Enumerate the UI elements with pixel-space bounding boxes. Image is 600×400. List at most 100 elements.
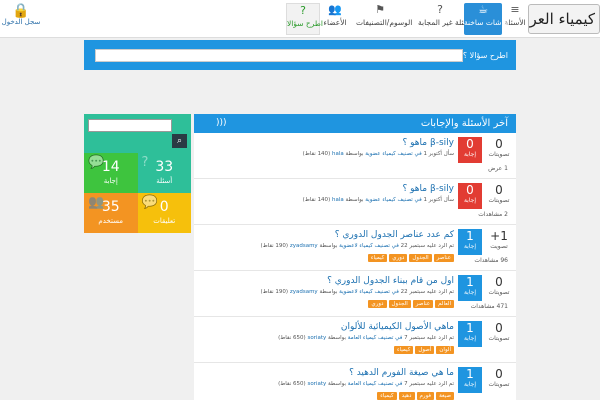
answer-count: 0 إجابة bbox=[458, 183, 482, 209]
meta-prefix: سأل bbox=[443, 197, 454, 203]
login-label: سجل الدخول bbox=[1, 18, 41, 26]
tag[interactable]: فورم bbox=[416, 392, 435, 400]
answer-count: 1 إجابة bbox=[458, 321, 482, 347]
list-icon: ≡ bbox=[510, 3, 520, 16]
meta-by: بواسطة bbox=[345, 151, 364, 157]
question-icon: ? bbox=[437, 3, 443, 16]
answer-count: 1 إجابة bbox=[458, 367, 482, 393]
meta-category[interactable]: في تصنيف كيمياء العامة bbox=[348, 381, 403, 387]
tag[interactable]: صيغة bbox=[436, 392, 454, 400]
nav-hot[interactable]: ☕ نقاشات ساخنة bbox=[464, 3, 510, 35]
stat-users-label: مستخدم bbox=[98, 217, 124, 225]
question-row[interactable]: 0 تصويتات 1 إجابة ماهي الأصول الكيميائية للأ… bbox=[194, 317, 516, 363]
answer-num: 0 bbox=[466, 183, 474, 197]
tag[interactable]: أصول bbox=[415, 346, 435, 354]
answer-label: إجابة bbox=[463, 197, 477, 204]
answer-num: 0 bbox=[466, 137, 474, 151]
meta-user[interactable]: hala bbox=[332, 151, 344, 157]
nav-tags[interactable]: ⚑ الوسوم/التصنيفات bbox=[356, 3, 413, 35]
meta-user[interactable]: zyadsamy bbox=[290, 289, 318, 295]
meta-category[interactable]: في تصنيف كيمياء لاعضوية bbox=[339, 243, 399, 249]
meta-prefix: تم الرد عليه bbox=[426, 335, 454, 341]
meta-category[interactable]: في تصنيف كيمياء عضوية bbox=[365, 151, 422, 157]
question-meta: سأل أكتوبر 1 في تصنيف كيمياء عضوية بواسط… bbox=[303, 151, 454, 157]
meta-by: بواسطة bbox=[328, 381, 346, 387]
rss-icon[interactable]: ))) bbox=[216, 114, 227, 133]
meta-time: سبتمبر 7 bbox=[404, 381, 426, 387]
meta-user[interactable]: soriaty bbox=[307, 335, 326, 341]
site-logo[interactable]: كيمياء العرب bbox=[528, 4, 600, 34]
tag[interactable]: الجدول bbox=[388, 300, 411, 308]
view-count: 471 مشاهدات bbox=[470, 303, 508, 310]
answer-count: 0 إجابة bbox=[458, 137, 482, 163]
top-nav: كيمياء العرب ≡ الأسئلة ? الأسئلة غير الم… bbox=[0, 0, 600, 38]
vote-label: تصويت bbox=[490, 243, 508, 250]
tag-list: ألوانأصولكيمياء bbox=[392, 345, 454, 354]
question-row[interactable]: 0 تصويتات 1 إجابة 471 مشاهدات اول من قام ببنا… bbox=[194, 271, 516, 317]
tag[interactable]: كيمياء bbox=[367, 254, 388, 262]
vote-label: تصويتات bbox=[488, 151, 510, 158]
nav-unanswered[interactable]: ? الأسئلة غير المجابة bbox=[418, 3, 476, 35]
question-icon: ? bbox=[141, 155, 149, 170]
meta-user[interactable]: hala bbox=[332, 197, 344, 203]
question-title[interactable]: ماهي الأصول الكيميائية للألوان bbox=[341, 322, 454, 332]
meta-prefix: تم الرد عليه bbox=[426, 243, 454, 249]
tag[interactable]: ألوان bbox=[436, 346, 454, 354]
vote-count: 0 تصويتات bbox=[484, 137, 514, 163]
question-title[interactable]: β-sily ماهو ؟ bbox=[403, 184, 454, 194]
question-row[interactable]: 0 تصويتات 1 إجابة ما هي صيغة الفورم الدهيد ؟… bbox=[194, 363, 516, 400]
tag[interactable]: كيمياء bbox=[393, 346, 414, 354]
search-icon: ⌕ bbox=[176, 136, 183, 146]
stat-comments: 💬 0 تعليقات bbox=[137, 193, 191, 233]
answer-label: إجابة bbox=[463, 151, 477, 158]
nav-tags-label: الوسوم/التصنيفات bbox=[356, 18, 413, 27]
answer-count: 1 إجابة bbox=[458, 229, 482, 255]
meta-user[interactable]: soriaty bbox=[307, 381, 326, 387]
tag[interactable]: دهيد bbox=[398, 392, 415, 400]
stat-comments-label: تعليقات bbox=[153, 217, 176, 225]
meta-user[interactable]: zyadsamy bbox=[290, 243, 318, 249]
search-button[interactable]: ⌕ bbox=[172, 134, 187, 148]
sidebar-search-input[interactable] bbox=[88, 119, 172, 132]
question-title[interactable]: كم عدد عناصر الجدول الدوري ؟ bbox=[335, 230, 454, 240]
meta-time: سبتمبر 7 bbox=[404, 335, 426, 341]
tag[interactable]: الجدول bbox=[409, 254, 432, 262]
nav-users[interactable]: 👥 الأعضاء bbox=[322, 3, 348, 35]
question-row[interactable]: 0 تصويتات 0 إجابة 2 مشاهدات β-sily ماهو ؟ سأل … bbox=[194, 179, 516, 225]
tag[interactable]: عناصر bbox=[433, 254, 454, 262]
question-meta: سأل أكتوبر 1 في تصنيف كيمياء عضوية بواسط… bbox=[303, 197, 454, 203]
login-link[interactable]: 🔒 سجل الدخول bbox=[0, 0, 42, 38]
answer-label: إجابة bbox=[463, 289, 477, 296]
vote-num: 0 bbox=[495, 367, 503, 381]
meta-points: (190 نقاط) bbox=[260, 243, 289, 249]
meta-category[interactable]: في تصنيف كيمياء لاعضوية bbox=[339, 289, 399, 295]
tag[interactable]: دوري bbox=[389, 254, 408, 262]
vote-count: 0 تصويتات bbox=[484, 275, 514, 301]
question-title[interactable]: اول من قام ببناء الجدول الدوري ؟ bbox=[327, 276, 454, 286]
nav-ask[interactable]: ? اطرح سؤالا bbox=[286, 3, 323, 35]
sidebar: ⌕ 💬 14 إجابة ? 33 أسئلة 👥 35 مستخدم 💬 0 … bbox=[84, 114, 191, 233]
nav-ask-label: اطرح سؤالا bbox=[287, 19, 323, 28]
page-title: آخر الأسئلة والإجابات bbox=[420, 118, 508, 129]
tag[interactable]: العالم bbox=[435, 300, 454, 308]
meta-prefix: تم الرد عليه bbox=[426, 289, 454, 295]
answer-label: إجابة bbox=[463, 243, 477, 250]
vote-count: 0 تصويتات bbox=[484, 367, 514, 393]
vote-num: 0 bbox=[495, 321, 503, 335]
meta-category[interactable]: في تصنيف كيمياء العامة bbox=[348, 335, 403, 341]
tag[interactable]: دوري bbox=[368, 300, 387, 308]
view-count: 2 مشاهدات bbox=[478, 211, 508, 218]
question-list-panel: ))) آخر الأسئلة والإجابات 0 تصويتات 0 إجابة… bbox=[194, 114, 516, 400]
tag[interactable]: عناصر bbox=[412, 300, 434, 308]
vote-count: 0 تصويتات bbox=[484, 183, 514, 209]
question-row[interactable]: +1 تصويت 1 إجابة 96 مشاهدات كم عدد عناصر الجد… bbox=[194, 225, 516, 271]
meta-category[interactable]: في تصنيف كيمياء عضوية bbox=[365, 197, 422, 203]
question-row[interactable]: 0 تصويتات 0 إجابة 1 عرض β-sily ماهو ؟ سأل أكتو… bbox=[194, 133, 516, 179]
ask-input[interactable] bbox=[95, 49, 463, 62]
question-title[interactable]: ما هي صيغة الفورم الدهيد ؟ bbox=[349, 368, 454, 378]
tag[interactable]: كيمياء bbox=[377, 392, 397, 400]
lock-icon: 🔒 bbox=[12, 3, 30, 19]
tag-list: عناصرالجدولدوريكيمياء bbox=[366, 253, 454, 262]
answer-num: 1 bbox=[466, 275, 474, 289]
question-title[interactable]: β-sily ماهو ؟ bbox=[403, 138, 454, 148]
